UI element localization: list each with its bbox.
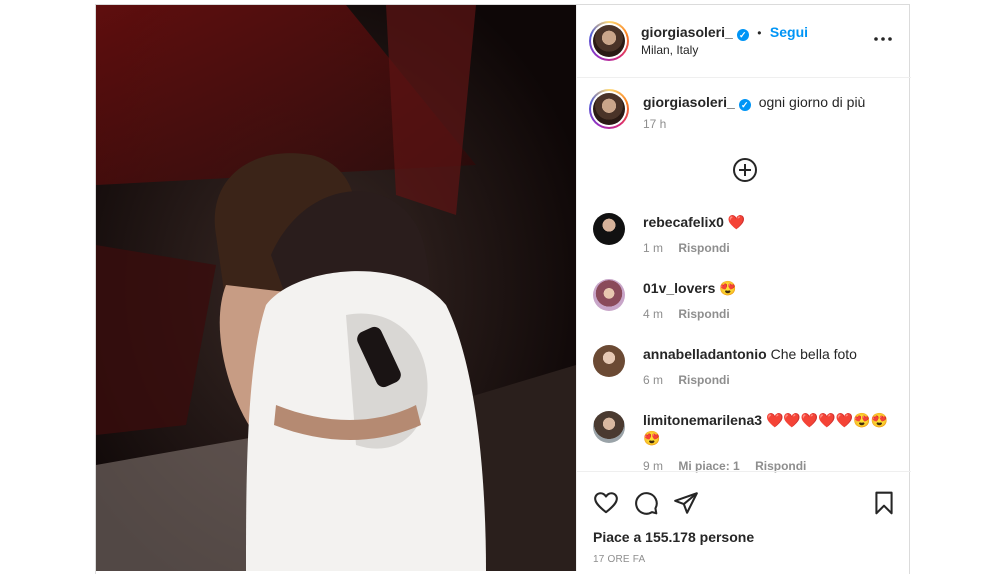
caption-time[interactable]: 17 h — [643, 117, 666, 131]
caption-line: giorgiasoleri_ ✓ ogni giorno di più — [643, 94, 903, 111]
author-username[interactable]: giorgiasoleri_ — [641, 24, 733, 40]
commenter-avatar[interactable] — [593, 213, 625, 245]
comment-meta: 1 m Rispondi — [643, 241, 742, 255]
follow-button[interactable]: Segui — [770, 24, 808, 40]
comment-body: annabelladantonio Che bella foto — [643, 345, 903, 363]
comment-username[interactable]: rebecafelix0 — [643, 214, 724, 230]
comment-text: ❤️ — [727, 214, 746, 230]
action-bar: Piace a 155.178 persone 17 ORE FA — [577, 471, 911, 572]
reply-button[interactable]: Rispondi — [678, 241, 729, 255]
verified-badge-icon: ✓ — [736, 29, 749, 41]
post-card: giorgiasoleri_ ✓ • Segui Milan, Italy gio… — [95, 4, 911, 574]
caption-avatar[interactable] — [589, 89, 629, 129]
paper-plane-icon[interactable] — [673, 490, 699, 516]
commenter-avatar[interactable] — [593, 279, 625, 311]
commenter-avatar[interactable] — [593, 345, 625, 377]
comment-bubble-icon[interactable] — [633, 490, 659, 516]
concert-photo — [96, 5, 576, 571]
author-avatar[interactable] — [589, 21, 629, 61]
comment-body: limitonemarilena3 ❤️❤️❤️❤️❤️😍😍😍 — [643, 411, 903, 447]
caption-text: ogni giorno di più — [758, 94, 866, 110]
separator-dot: • — [757, 26, 762, 40]
post-header: giorgiasoleri_ ✓ • Segui Milan, Italy — [577, 5, 911, 78]
comment-text: Che bella foto — [770, 346, 857, 362]
heart-icon[interactable] — [593, 490, 619, 516]
bookmark-icon[interactable] — [871, 490, 897, 516]
comment-username[interactable]: 01v_lovers — [643, 280, 715, 296]
comment-time[interactable]: 1 m — [643, 241, 663, 255]
comment-time[interactable]: 6 m — [643, 373, 663, 387]
reply-button[interactable]: Rispondi — [678, 307, 729, 321]
comment-username[interactable]: annabelladantonio — [643, 346, 767, 362]
comment-body: 01v_lovers 😍 — [643, 279, 903, 297]
plus-circle-icon[interactable] — [732, 157, 758, 183]
comment-text: 😍 — [719, 280, 737, 296]
post-time-ago[interactable]: 17 ORE FA — [593, 554, 645, 565]
comment-meta: 4 m Rispondi — [643, 307, 742, 321]
commenter-avatar[interactable] — [593, 411, 625, 443]
post-photo[interactable] — [96, 5, 576, 571]
comment-body: rebecafelix0 ❤️ — [643, 213, 903, 231]
comment-time[interactable]: 4 m — [643, 307, 663, 321]
more-horizontal-icon[interactable] — [871, 27, 895, 51]
likes-count[interactable]: Piace a 155.178 persone — [593, 529, 754, 545]
post-location[interactable]: Milan, Italy — [641, 43, 698, 57]
verified-badge-icon: ✓ — [738, 99, 751, 111]
comment-meta: 6 m Rispondi — [643, 373, 742, 387]
post-sidebar: giorgiasoleri_ ✓ • Segui Milan, Italy gio… — [576, 5, 911, 571]
author-line: giorgiasoleri_ ✓ • Segui — [641, 24, 808, 42]
comment-username[interactable]: limitonemarilena3 — [643, 412, 762, 428]
reply-button[interactable]: Rispondi — [678, 373, 729, 387]
caption-username[interactable]: giorgiasoleri_ — [643, 94, 735, 110]
